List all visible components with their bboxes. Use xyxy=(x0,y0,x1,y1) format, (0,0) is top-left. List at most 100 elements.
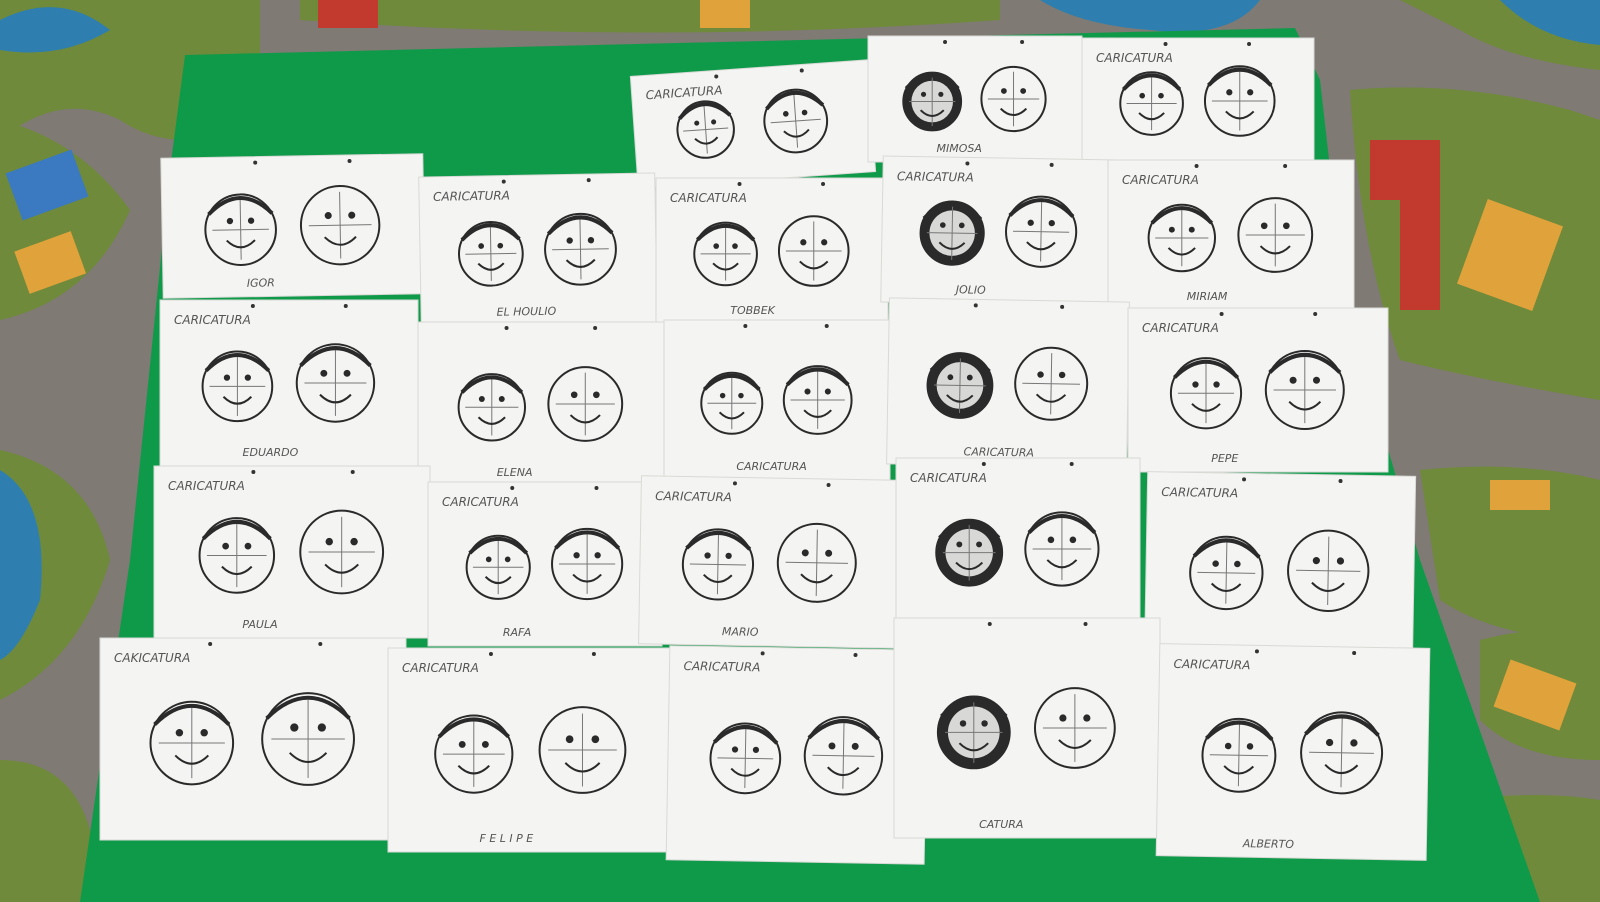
drawing-name: TOBBEK xyxy=(730,304,775,317)
caricature-face xyxy=(1033,687,1116,769)
caricature-face xyxy=(681,528,755,601)
drawing-title: CARICATURA xyxy=(442,495,519,509)
caricature-face xyxy=(465,534,531,600)
caricature-face xyxy=(457,220,524,287)
drawing-title: CARICATURA xyxy=(1122,173,1199,187)
caricature-face xyxy=(198,517,276,594)
drawing-title: CARICATURA xyxy=(1096,51,1173,65)
caricature-face xyxy=(803,716,884,796)
caricature-face xyxy=(299,184,381,266)
drawing-sheet: IGOR xyxy=(160,153,426,299)
drawing-name: MIMOSA xyxy=(936,142,981,155)
caricature-face xyxy=(709,722,782,795)
caricature-face xyxy=(936,695,1011,770)
drawing-title: CARICATURA xyxy=(910,471,987,485)
drawing-title: CARICATURA xyxy=(1161,485,1238,500)
drawing-sheet: CATURA xyxy=(893,617,1161,839)
caricature-face xyxy=(1005,195,1078,268)
drawing-sheet: CARICATURA xyxy=(665,645,929,865)
caricature-face xyxy=(1264,350,1345,430)
drawing-sheet: ELENA xyxy=(417,321,665,487)
drawing-name: F E L I P E xyxy=(480,832,534,845)
caricature-face xyxy=(693,221,758,287)
classroom-floor-photo: CARICATURA MIMOSA CARICATURA IGOR CARICATURA… xyxy=(0,0,1600,902)
caricature-face xyxy=(544,212,617,286)
drawing-sheet: CARICATURA xyxy=(1081,37,1315,165)
caricature-face xyxy=(1119,71,1184,136)
caricature-face xyxy=(551,527,624,601)
caricature-face xyxy=(700,371,764,435)
drawing-name: CATURA xyxy=(979,818,1023,831)
drawing-title: CARICATURA xyxy=(655,489,732,504)
drawing-sheet: CARICATURA TOBBEK xyxy=(655,177,889,325)
caricature-face xyxy=(919,200,985,266)
drawing-sheet: CARICATURA PEPE xyxy=(1127,307,1389,473)
drawing-name: CARICATURA xyxy=(736,460,806,473)
drawing-title: CARICATURA xyxy=(683,659,760,674)
drawing-name: MARIO xyxy=(722,625,759,639)
drawing-sheet: CARICATURA ALBERTO xyxy=(1155,643,1431,861)
caricature-face xyxy=(457,373,527,442)
drawing-sheet: CARICATURA EL HOULIO xyxy=(418,172,658,328)
drawing-title: CARICATURA xyxy=(1142,321,1219,335)
drawing-name: ELENA xyxy=(497,466,533,479)
caricature-face xyxy=(926,352,994,419)
drawing-title: CARICATURA xyxy=(174,313,251,327)
caricature-face xyxy=(1147,203,1217,273)
drawing-name: EL HOULIO xyxy=(496,305,556,319)
drawing-sheet: CARICATURA RAFA xyxy=(427,481,663,647)
caricature-face xyxy=(776,522,857,603)
drawing-title: CARICATURA xyxy=(433,188,510,203)
drawing-sheet: CARICATURA F E L I P E xyxy=(387,647,675,853)
drawing-name: EDUARDO xyxy=(243,446,299,459)
caricature-face xyxy=(1024,511,1100,587)
caricature-face xyxy=(1169,357,1243,430)
drawing-sheet: CARICATURA MARIO xyxy=(638,475,902,649)
caricature-face xyxy=(1237,197,1314,273)
caricature-face xyxy=(1189,535,1264,611)
drawing-name: ALBERTO xyxy=(1242,837,1295,851)
caricature-face xyxy=(538,706,627,794)
caricature-face xyxy=(295,343,376,423)
drawing-sheet: CARICATURA xyxy=(886,297,1130,469)
caricature-face xyxy=(902,71,963,132)
caricature-face xyxy=(149,700,235,786)
drawing-sheet: CARICATURA xyxy=(663,319,891,481)
drawing-title: CARICATURA xyxy=(1173,657,1250,672)
drawing-name: IGOR xyxy=(247,276,275,289)
caricature-face xyxy=(1287,529,1370,613)
drawing-name: PAULA xyxy=(242,618,277,631)
drawing-name: PEPE xyxy=(1211,452,1238,465)
drawing-sheet: CARICATURA xyxy=(1143,471,1417,669)
drawing-name: JOLIO xyxy=(954,283,986,297)
caricature-face xyxy=(1201,717,1277,793)
caricature-face xyxy=(299,509,385,595)
drawing-sheet: MIMOSA xyxy=(867,35,1083,163)
drawing-sheet: CARICATURA MIRIAM xyxy=(1107,159,1355,311)
drawing-name: CARICATURA xyxy=(963,445,1034,459)
caricature-face xyxy=(434,714,514,794)
drawing-sheet: CARICATURAANA xyxy=(895,457,1141,641)
drawing-title: CAKICATURA xyxy=(114,651,190,665)
drawing-title: CARICATURA xyxy=(168,479,245,493)
drawing-sheet: CARICATURA xyxy=(629,59,877,189)
drawing-sheet: CAKICATURA xyxy=(99,637,407,841)
drawing-title: CARICATURA xyxy=(402,661,479,675)
drawing-sheet: CARICATURA JOLIO xyxy=(880,155,1118,307)
caricature-face xyxy=(201,350,274,423)
caricature-face xyxy=(1203,65,1276,137)
caricature-face xyxy=(777,215,850,287)
caricature-face xyxy=(547,366,624,442)
drawing-name: RAFA xyxy=(503,626,531,639)
drawing-sheet: CARICATURA PAULA xyxy=(153,465,431,639)
drawing-title: CARICATURA xyxy=(670,191,747,205)
caricature-face xyxy=(782,365,853,435)
caricature-face xyxy=(204,193,277,266)
drawing-name: MIRIAM xyxy=(1187,290,1228,303)
caricature-face xyxy=(1014,346,1089,421)
drawing-sheet: CARICATURA EDUARDO xyxy=(159,299,419,467)
drawings-layer: CARICATURA MIMOSA CARICATURA IGOR CARICATURA… xyxy=(99,35,1431,865)
caricature-face xyxy=(261,692,355,786)
caricature-face xyxy=(980,65,1047,133)
drawing-title: CARICATURA xyxy=(897,169,974,184)
